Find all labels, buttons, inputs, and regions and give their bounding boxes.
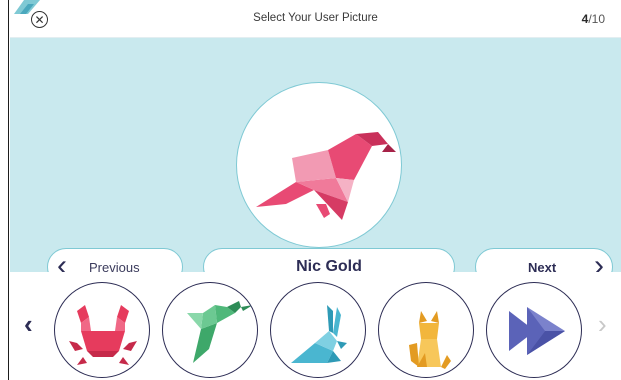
- page-title: Select Your User Picture: [253, 12, 378, 24]
- window-edge: [0, 0, 9, 380]
- step-total: /10: [588, 12, 605, 26]
- avatar-carousel: ‹ ›: [10, 272, 621, 380]
- origami-cat-icon: [409, 311, 451, 369]
- avatar-option-rabbit[interactable]: [270, 282, 366, 378]
- origami-bird-icon: [256, 132, 396, 220]
- header: ✕ Select Your User Picture 4/10: [10, 0, 621, 38]
- avatar-option-fish[interactable]: [486, 282, 582, 378]
- avatar-option-cat[interactable]: [378, 282, 474, 378]
- origami-fish-icon: [509, 307, 565, 355]
- selection-stage: ‹ Previous Nic Gold Next ›: [10, 38, 621, 286]
- avatar-option-hummingbird[interactable]: [162, 282, 258, 378]
- app-window: ✕ Select Your User Picture 4/10 ‹ Previo…: [0, 0, 621, 380]
- origami-hummingbird-icon: [187, 301, 253, 363]
- origami-crab-icon: [69, 305, 137, 365]
- selected-avatar: [236, 82, 402, 248]
- carousel-left-arrow[interactable]: ‹: [24, 311, 33, 337]
- step-counter: 4/10: [582, 12, 605, 26]
- avatar-option-crab[interactable]: [54, 282, 150, 378]
- carousel-right-arrow[interactable]: ›: [598, 311, 607, 337]
- origami-rabbit-icon: [291, 305, 347, 363]
